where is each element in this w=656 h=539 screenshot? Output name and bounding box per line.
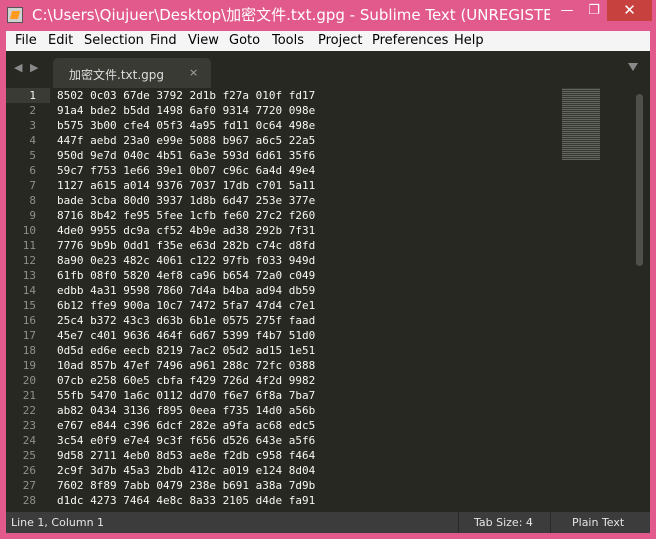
status-divider — [458, 512, 459, 533]
close-button[interactable]: ✕ — [607, 0, 652, 21]
tab-close-icon[interactable]: × — [189, 66, 198, 79]
code-line[interactable]: 59c7 f753 1e66 39e1 0b07 c96c 6a4d 49e4 — [57, 163, 315, 178]
line-number: 19 — [22, 359, 36, 372]
code-line[interactable]: 61fb 08f0 5820 4ef8 ca96 b654 72a0 c049 — [57, 268, 315, 283]
line-number: 25 — [22, 449, 36, 462]
code-line[interactable]: 91a4 bde2 b5dd 1498 6af0 9314 7720 098e — [57, 103, 315, 118]
code-line[interactable]: 7602 8f89 7abb 0479 238e b691 a38a 7d9b — [57, 478, 315, 493]
menu-find[interactable]: Find — [150, 31, 177, 51]
status-bar: Line 1, Column 1 Tab Size: 4 Plain Text — [6, 512, 650, 533]
tab-dropdown-icon[interactable] — [628, 63, 638, 71]
code-line[interactable]: 7776 9b9b 0dd1 f35e e63d 282b c74c d8fd — [57, 238, 315, 253]
code-line[interactable]: d1dc 4273 7464 4e8c 8a33 2105 d4de fa91 — [57, 493, 315, 508]
title-bar: C:\Users\Qiujuer\Desktop\加密文件.txt.gpg - … — [0, 0, 656, 31]
line-number: 26 — [22, 464, 36, 477]
editor-area[interactable]: 1 2 3 4 5 6 7 8 9 10 11 12 13 14 15 16 17 18 19 20 21 22 23 24 2… — [6, 88, 650, 512]
tab-active-file[interactable]: 加密文件.txt.gpg × — [53, 58, 211, 88]
line-number: 11 — [22, 239, 36, 252]
line-number: 5 — [29, 149, 36, 162]
menu-file[interactable]: File — [15, 31, 37, 51]
line-number: 9 — [29, 209, 36, 222]
code-line[interactable]: 2c9f 3d7b 45a3 2bdb 412c a019 e124 8d04 — [57, 463, 315, 478]
menu-tools[interactable]: Tools — [272, 31, 304, 51]
code-line[interactable]: e767 e844 c396 6dcf 282e a9fa ac68 edc5 — [57, 418, 315, 433]
line-number: 18 — [22, 344, 36, 357]
line-number: 3 — [29, 119, 36, 132]
line-number: 27 — [22, 479, 36, 492]
line-number: 1 — [29, 89, 36, 102]
line-number: 21 — [22, 389, 36, 402]
scrollbar-thumb[interactable] — [636, 94, 643, 266]
code-line[interactable]: 07cb e258 60e5 cbfa f429 726d 4f2d 9982 — [57, 373, 315, 388]
code-line[interactable]: 0d5d ed6e eecb 8219 7ac2 05d2 ad15 1e51 — [57, 343, 315, 358]
line-number-gutter: 1 2 3 4 5 6 7 8 9 10 11 12 13 14 15 16 17 18 19 20 21 22 23 24 2… — [6, 88, 36, 508]
menu-preferences[interactable]: Preferences — [372, 31, 448, 51]
tab-size-indicator[interactable]: Tab Size: 4 — [474, 516, 533, 529]
code-line[interactable]: 10ad 857b 47ef 7496 a961 288c 72fc 0388 — [57, 358, 315, 373]
line-number: 15 — [22, 299, 36, 312]
line-number: 23 — [22, 419, 36, 432]
minimap[interactable] — [562, 88, 600, 160]
line-number: 22 — [22, 404, 36, 417]
window-title: C:\Users\Qiujuer\Desktop\加密文件.txt.gpg - … — [32, 6, 550, 24]
vertical-scrollbar[interactable] — [634, 88, 646, 512]
minimize-button[interactable]: — — [553, 0, 581, 21]
line-number: 2 — [29, 104, 36, 117]
menu-bar: File Edit Selection Find View Goto Tools… — [6, 31, 650, 51]
menu-project[interactable]: Project — [318, 31, 362, 51]
menu-help[interactable]: Help — [454, 31, 484, 51]
line-number: 13 — [22, 269, 36, 282]
tab-nav-right-icon[interactable]: ▶ — [30, 61, 40, 75]
code-line[interactable]: edbb 4a31 9598 7860 7d4a b4ba ad94 db59 — [57, 283, 315, 298]
menu-goto[interactable]: Goto — [229, 31, 260, 51]
code-line[interactable]: 55fb 5470 1a6c 0112 dd70 f6e7 6f8a 7ba7 — [57, 388, 315, 403]
line-number: 16 — [22, 314, 36, 327]
code-line[interactable]: 6b12 ffe9 900a 10c7 7472 5fa7 47d4 c7e1 — [57, 298, 315, 313]
code-line[interactable]: b575 3b00 cfe4 05f3 4a95 fd11 0c64 498e — [57, 118, 315, 133]
code-line[interactable]: 447f aebd 23a0 e99e 5088 b967 a6c5 22a5 — [57, 133, 315, 148]
menu-view[interactable]: View — [188, 31, 219, 51]
line-number: 24 — [22, 434, 36, 447]
line-number: 12 — [22, 254, 36, 267]
code-line[interactable]: 8502 0c03 67de 3792 2d1b f27a 010f fd17 — [57, 88, 315, 103]
code-text[interactable]: 8502 0c03 67de 3792 2d1b f27a 010f fd17 9… — [57, 88, 315, 508]
code-line[interactable]: 8a90 0e23 482c 4061 c122 97fb f033 949d — [57, 253, 315, 268]
code-line[interactable]: 950d 9e7d 040c 4b51 6a3e 593d 6d61 35f6 — [57, 148, 315, 163]
code-line[interactable]: 25c4 b372 43c3 d63b 6b1e 0575 275f faad — [57, 313, 315, 328]
code-line[interactable]: 8716 8b42 fe95 5fee 1cfb fe60 27c2 f260 — [57, 208, 315, 223]
sublime-text-icon — [7, 7, 23, 23]
tab-label: 加密文件.txt.gpg — [69, 68, 164, 82]
maximize-button[interactable]: ❐ — [581, 0, 607, 21]
line-number: 7 — [29, 179, 36, 192]
line-number: 28 — [22, 494, 36, 507]
line-number: 4 — [29, 134, 36, 147]
line-number: 20 — [22, 374, 36, 387]
line-number: 6 — [29, 164, 36, 177]
menu-selection[interactable]: Selection — [84, 31, 144, 51]
code-line[interactable]: 4de0 9955 dc9a cf52 4b9e ad38 292b 7f31 — [57, 223, 315, 238]
menu-edit[interactable]: Edit — [48, 31, 73, 51]
status-divider — [550, 512, 551, 533]
tab-nav-left-icon[interactable]: ◀ — [14, 61, 24, 75]
line-number: 8 — [29, 194, 36, 207]
line-number: 14 — [22, 284, 36, 297]
tab-bar: ◀ ▶ 加密文件.txt.gpg × — [6, 51, 650, 88]
code-line[interactable]: ab82 0434 3136 f895 0eea f735 14d0 a56b — [57, 403, 315, 418]
syntax-indicator[interactable]: Plain Text — [572, 516, 624, 529]
line-number: 17 — [22, 329, 36, 342]
code-line[interactable]: 3c54 e0f9 e7e4 9c3f f656 d526 643e a5f6 — [57, 433, 315, 448]
code-line[interactable]: 45e7 c401 9636 464f 6d67 5399 f4b7 51d0 — [57, 328, 315, 343]
cursor-position: Line 1, Column 1 — [11, 516, 105, 529]
code-line[interactable]: 1127 a615 a014 9376 7037 17db c701 5a11 — [57, 178, 315, 193]
code-line[interactable]: 9d58 2711 4eb0 8d53 ae8e f2db c958 f464 — [57, 448, 315, 463]
line-number: 10 — [22, 224, 36, 237]
code-line[interactable]: bade 3cba 80d0 3937 1d8b 6d47 253e 377e — [57, 193, 315, 208]
